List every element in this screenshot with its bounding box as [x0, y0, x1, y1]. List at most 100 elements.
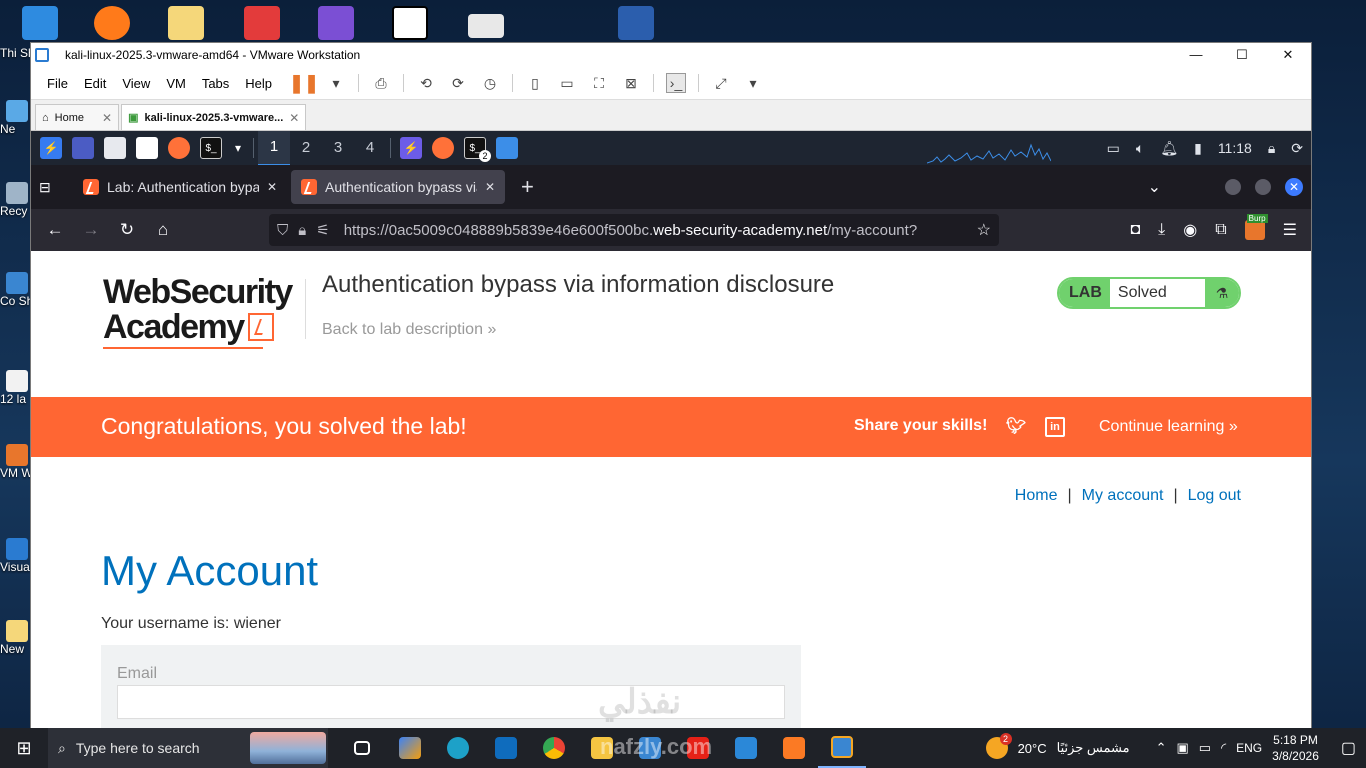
volume-icon[interactable]: 🔈︎: [1136, 140, 1144, 157]
workspace-2[interactable]: 2: [290, 131, 322, 165]
desktop-item[interactable]: VM Wor: [0, 444, 30, 480]
close-icon[interactable]: ✕: [102, 111, 112, 125]
thumbnail-icon[interactable]: ▭: [557, 73, 577, 93]
tab-home[interactable]: ⌂ Home ✕: [35, 104, 120, 130]
panel-clock[interactable]: 11:18: [1218, 140, 1252, 156]
nav-home-link[interactable]: Home: [1015, 487, 1058, 505]
firefox-icon[interactable]: [432, 137, 454, 159]
continue-learning-link[interactable]: Continue learning »: [1099, 418, 1238, 436]
downloads-icon[interactable]: [496, 137, 518, 159]
tab-overview-icon[interactable]: ⊟: [39, 179, 63, 196]
youtube-icon[interactable]: [674, 728, 722, 768]
menu-edit[interactable]: Edit: [76, 76, 114, 91]
chevron-down-icon[interactable]: ▾: [326, 73, 346, 93]
task-view-icon[interactable]: [338, 728, 386, 768]
weather-temp[interactable]: 20°C: [1018, 741, 1047, 756]
stretch-icon[interactable]: ⤢: [711, 73, 731, 93]
workspace-3[interactable]: 3: [322, 131, 354, 165]
vmware-taskbar-icon[interactable]: [818, 728, 866, 768]
wifi-icon[interactable]: ◜: [1221, 740, 1226, 756]
web-security-academy-logo[interactable]: WebSecurity Academy: [103, 275, 303, 345]
store-icon[interactable]: [626, 728, 674, 768]
extensions-icon[interactable]: ⧉: [1215, 221, 1226, 239]
desktop-item[interactable]: New: [0, 620, 30, 656]
close-icon[interactable]: ✕: [267, 180, 277, 194]
weather-description[interactable]: مشمس جزئيًا: [1057, 740, 1130, 756]
menu-file[interactable]: File: [39, 76, 76, 91]
pocket-icon[interactable]: ◘: [1131, 221, 1141, 239]
desktop-icon[interactable]: [72, 137, 94, 159]
chevron-down-icon[interactable]: ▾: [743, 73, 763, 93]
chrome-icon[interactable]: [530, 728, 578, 768]
desktop-item[interactable]: Visua C: [0, 538, 30, 574]
battery-icon[interactable]: ▭: [1199, 740, 1211, 756]
kali-menu-icon[interactable]: ⚡: [40, 137, 62, 159]
word-icon[interactable]: [618, 6, 654, 40]
close-icon[interactable]: ✕: [1265, 43, 1311, 67]
desktop-item[interactable]: Ne: [0, 100, 30, 136]
twitter-icon[interactable]: 🐦︎: [1006, 417, 1026, 437]
terminal-icon[interactable]: $_: [200, 137, 222, 159]
battery-icon[interactable]: ▮: [1194, 140, 1202, 157]
workspace-4[interactable]: 4: [354, 131, 386, 165]
url-text[interactable]: https://0ac5009c048889b5839e46e600f500bc…: [344, 222, 944, 239]
download-icon[interactable]: ⤓: [1158, 221, 1165, 239]
meet-now-icon[interactable]: ▣: [1177, 740, 1189, 756]
outlook-icon[interactable]: [482, 728, 530, 768]
url-bar[interactable]: ⛉ 🔒︎ ⚟ https://0ac5009c048889b5839e46e60…: [269, 214, 999, 246]
display-icon[interactable]: ▭: [1107, 140, 1120, 157]
xampp-icon[interactable]: [770, 728, 818, 768]
close-icon[interactable]: ✕: [485, 180, 495, 194]
tab-kali-vm[interactable]: ▣ kali-linux-2025.3-vmware... ✕: [121, 104, 307, 130]
lock-icon[interactable]: 🔒︎: [298, 222, 306, 239]
reload-icon[interactable]: ↻: [115, 220, 139, 240]
back-to-lab-link[interactable]: Back to lab description »: [322, 321, 496, 339]
menu-view[interactable]: View: [114, 76, 158, 91]
desktop-item[interactable]: Co Sh: [0, 272, 30, 308]
maximize-icon[interactable]: ☐: [1219, 43, 1265, 67]
edge-icon[interactable]: [434, 728, 482, 768]
vpn-icon[interactable]: [244, 6, 280, 40]
firefox-icon[interactable]: [168, 137, 190, 159]
menu-tabs[interactable]: Tabs: [194, 76, 237, 91]
browser-tab[interactable]: Lab: Authentication bypas ✕: [73, 170, 287, 204]
avast-icon[interactable]: [94, 6, 130, 40]
account-icon[interactable]: ◉: [1183, 220, 1197, 240]
nav-logout-link[interactable]: Log out: [1188, 487, 1241, 505]
browser-tab-active[interactable]: Authentication bypass via ✕: [291, 170, 505, 204]
minimize-icon[interactable]: —: [1173, 43, 1219, 67]
power-icon[interactable]: ⟳: [1291, 140, 1303, 157]
revert-snapshot-icon[interactable]: ⟳: [448, 73, 468, 93]
notion-icon[interactable]: [392, 6, 428, 40]
obsidian-icon[interactable]: [318, 6, 354, 40]
windows-start-icon[interactable]: ⊞: [0, 728, 48, 768]
file-icon[interactable]: [168, 6, 204, 40]
chevron-down-icon[interactable]: ▾: [232, 137, 244, 159]
copilot-icon[interactable]: [386, 728, 434, 768]
close-icon[interactable]: ✕: [289, 111, 299, 125]
file-manager-icon[interactable]: [104, 137, 126, 159]
menu-vm[interactable]: VM: [158, 76, 194, 91]
fullscreen-icon[interactable]: ⛶: [589, 73, 609, 93]
taskbar-search[interactable]: ⌕ Type here to search: [48, 728, 328, 768]
bookmark-star-icon[interactable]: ☆: [977, 220, 991, 240]
desktop-item[interactable]: Recy: [0, 182, 30, 218]
burp-suite-icon[interactable]: ⚡: [400, 137, 422, 159]
desktop-item[interactable]: 12 la: [0, 370, 30, 406]
text-editor-icon[interactable]: [136, 137, 158, 159]
unity-icon[interactable]: ⊠: [621, 73, 641, 93]
language-indicator[interactable]: ENG: [1236, 741, 1262, 755]
menu-hamburger-icon[interactable]: ☰: [1283, 220, 1297, 240]
shield-icon[interactable]: ⛉: [277, 222, 288, 239]
home-icon[interactable]: ⌂: [151, 220, 175, 240]
notification-bell-icon[interactable]: 🔔︎: [1160, 140, 1178, 157]
send-keys-icon[interactable]: ⎙: [371, 73, 391, 93]
taskbar-clock[interactable]: 5:18 PM 3/8/2026: [1272, 732, 1319, 764]
this-pc-icon[interactable]: [22, 6, 58, 40]
terminal-icon[interactable]: $_ 2: [464, 137, 491, 162]
menu-help[interactable]: Help: [237, 76, 280, 91]
forward-arrow-icon[interactable]: →: [79, 220, 103, 240]
snapshot-manager-icon[interactable]: ◷: [480, 73, 500, 93]
permissions-icon[interactable]: ⚟: [316, 221, 329, 239]
close-icon[interactable]: ✕: [1285, 178, 1303, 196]
